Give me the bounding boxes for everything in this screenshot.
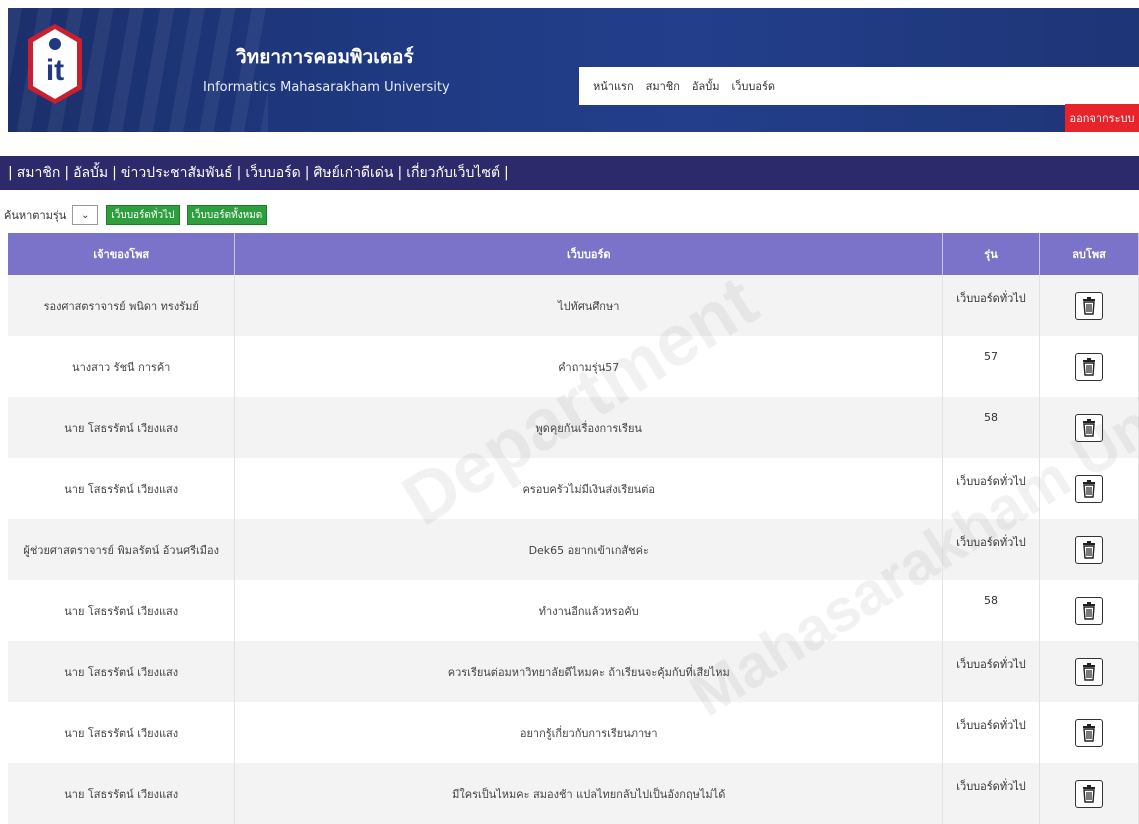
all-webboard-button[interactable]: เว็บบอร์ดทั้งหมด bbox=[186, 205, 268, 225]
menu-album[interactable]: อัลบั้ม bbox=[73, 162, 108, 184]
post-topic[interactable]: ทำงานอีกแล้วหรอคับ bbox=[234, 580, 944, 641]
trash-icon bbox=[1083, 479, 1095, 498]
delete-cell bbox=[1039, 580, 1139, 641]
post-generation: 58 bbox=[942, 580, 1040, 641]
menu-webboard[interactable]: เว็บบอร์ด bbox=[245, 162, 300, 184]
table-row: รองศาสตราจารย์ พนิดา ทรงรัมย์ ไปทัศนศึกษา… bbox=[8, 275, 1139, 336]
post-topic[interactable]: อยากรู้เกี่ยวกับการเรียนภาษา bbox=[234, 702, 944, 763]
table-row: นาย โสธรรัตน์ เวียงแสง ครอบครัวไม่มีเงินส… bbox=[8, 458, 1139, 519]
table-row: ผู้ช่วยศาสตราจารย์ พิมลรัตน์ อ้วนศรีเมือ… bbox=[8, 519, 1139, 580]
delete-post-button[interactable] bbox=[1075, 779, 1103, 808]
nav-album[interactable]: อัลบั้ม bbox=[692, 77, 720, 95]
delete-post-button[interactable] bbox=[1075, 535, 1103, 564]
trash-icon bbox=[1083, 540, 1095, 559]
table-row: นาย โสธรรัตน์ เวียงแสง พูดคุยกันเรื่องการ… bbox=[8, 397, 1139, 458]
post-owner: รองศาสตราจารย์ พนิดา ทรงรัมย์ bbox=[8, 275, 236, 336]
post-generation: เว็บบอร์ดทั่วไป bbox=[942, 519, 1040, 580]
filter-label: ค้นหาตามรุ่น bbox=[4, 209, 67, 222]
delete-cell bbox=[1039, 275, 1139, 336]
delete-cell bbox=[1039, 519, 1139, 580]
post-owner: นาย โสธรรัตน์ เวียงแสง bbox=[8, 397, 236, 458]
delete-cell bbox=[1039, 702, 1139, 763]
post-generation: เว็บบอร์ดทั่วไป bbox=[942, 275, 1040, 336]
filter-row: ค้นหาตามรุ่น ⌄ เว็บบอร์ดทั่วไป เว็บบอร์ด… bbox=[4, 204, 268, 226]
delete-post-button[interactable] bbox=[1075, 352, 1103, 381]
post-topic[interactable]: พูดคุยกันเรื่องการเรียน bbox=[234, 397, 944, 458]
delete-cell bbox=[1039, 641, 1139, 702]
header-delete: ลบโพส bbox=[1039, 233, 1139, 275]
table-row: นาย โสธรรัตน์ เวียงแสง ควรเรียนต่อมหาวิทย… bbox=[8, 641, 1139, 702]
site-title: วิทยาการคอมพิวเตอร์ bbox=[236, 46, 414, 68]
delete-post-button[interactable] bbox=[1075, 291, 1103, 320]
post-generation: เว็บบอร์ดทั่วไป bbox=[942, 763, 1040, 824]
menu-alumni[interactable]: ศิษย์เก่าดีเด่น bbox=[313, 162, 393, 184]
delete-cell bbox=[1039, 458, 1139, 519]
webboard-table: เจ้าของโพส เว็บบอร์ด รุ่น ลบโพส รองศาสตร… bbox=[8, 233, 1139, 824]
post-topic[interactable]: Dek65 อยากเข้าเกสัชค่ะ bbox=[234, 519, 944, 580]
post-topic[interactable]: ไปทัศนศึกษา bbox=[234, 275, 944, 336]
post-generation: เว็บบอร์ดทั่วไป bbox=[942, 458, 1040, 519]
delete-post-button[interactable] bbox=[1075, 718, 1103, 747]
site-subtitle: Informatics Mahasarakham University bbox=[203, 80, 450, 95]
post-topic[interactable]: มีใครเป็นไหมคะ สมองช้า แปลไทยกลับไปเป็นอ… bbox=[234, 763, 944, 824]
trash-icon bbox=[1083, 418, 1095, 437]
delete-post-button[interactable] bbox=[1075, 657, 1103, 686]
post-generation: เว็บบอร์ดทั่วไป bbox=[942, 641, 1040, 702]
post-generation: 58 bbox=[942, 397, 1040, 458]
delete-cell bbox=[1039, 397, 1139, 458]
header-webboard: เว็บบอร์ด bbox=[234, 233, 944, 275]
post-topic[interactable]: ควรเรียนต่อมหาวิทยาลัยดีไหมคะ ถ้าเรียนจะ… bbox=[234, 641, 944, 702]
trash-icon bbox=[1083, 601, 1095, 620]
post-generation: เว็บบอร์ดทั่วไป bbox=[942, 702, 1040, 763]
post-owner: นาย โสธรรัตน์ เวียงแสง bbox=[8, 458, 236, 519]
header-generation: รุ่น bbox=[942, 233, 1040, 275]
menu-news[interactable]: ข่าวประชาสัมพันธ์ bbox=[121, 162, 233, 184]
delete-post-button[interactable] bbox=[1075, 596, 1103, 625]
it-logo[interactable]: it bbox=[26, 22, 84, 106]
trash-icon bbox=[1083, 723, 1095, 742]
post-owner: นาย โสธรรัตน์ เวียงแสง bbox=[8, 580, 236, 641]
site-header: it วิทยาการคอมพิวเตอร์ Informatics Mahas… bbox=[8, 8, 1139, 132]
delete-cell bbox=[1039, 763, 1139, 824]
table-row: นาย โสธรรัตน์ เวียงแสง มีใครเป็นไหมคะ สมอ… bbox=[8, 763, 1139, 824]
trash-icon bbox=[1083, 357, 1095, 376]
post-topic[interactable]: คำถามรุ่น57 bbox=[234, 336, 944, 397]
nav-webboard[interactable]: เว็บบอร์ด bbox=[731, 77, 775, 95]
table-row: นาย โสธรรัตน์ เวียงแสง ทำงานอีกแล้วหรอคับ… bbox=[8, 580, 1139, 641]
delete-cell bbox=[1039, 336, 1139, 397]
post-owner: นางสาว รัชนี การค้า bbox=[8, 336, 236, 397]
delete-post-button[interactable] bbox=[1075, 413, 1103, 442]
svg-text:it: it bbox=[46, 54, 64, 87]
trash-icon bbox=[1083, 784, 1095, 803]
post-owner: นาย โสธรรัตน์ เวียงแสง bbox=[8, 641, 236, 702]
generation-select[interactable]: ⌄ bbox=[72, 205, 99, 225]
delete-post-button[interactable] bbox=[1075, 474, 1103, 503]
table-row: นาย โสธรรัตน์ เวียงแสง อยากรู้เกี่ยวกับกา… bbox=[8, 702, 1139, 763]
general-webboard-button[interactable]: เว็บบอร์ดทั่วไป bbox=[106, 205, 180, 225]
menu-members[interactable]: สมาชิก bbox=[17, 162, 61, 184]
post-owner: นาย โสธรรัตน์ เวียงแสง bbox=[8, 702, 236, 763]
main-menu-bar: | สมาชิก | อัลบั้ม | ข่าวประชาสัมพันธ์ |… bbox=[0, 156, 1139, 190]
nav-members[interactable]: สมาชิก bbox=[646, 77, 680, 95]
trash-icon bbox=[1083, 296, 1095, 315]
top-nav: หน้าแรก สมาชิก อัลบั้ม เว็บบอร์ด bbox=[579, 67, 1139, 105]
header-owner: เจ้าของโพส bbox=[8, 233, 236, 275]
nav-home[interactable]: หน้าแรก bbox=[593, 77, 634, 95]
chevron-down-icon: ⌄ bbox=[81, 209, 90, 221]
menu-about[interactable]: เกี่ยวกับเว็บไซต์ bbox=[406, 162, 500, 184]
post-owner: ผู้ช่วยศาสตราจารย์ พิมลรัตน์ อ้วนศรีเมือ… bbox=[8, 519, 236, 580]
table-row: นางสาว รัชนี การค้า คำถามรุ่น57 57 bbox=[8, 336, 1139, 397]
trash-icon bbox=[1083, 662, 1095, 681]
logout-button[interactable]: ออกจากระบบ bbox=[1065, 104, 1139, 132]
post-owner: นาย โสธรรัตน์ เวียงแสง bbox=[8, 763, 236, 824]
post-generation: 57 bbox=[942, 336, 1040, 397]
post-topic[interactable]: ครอบครัวไม่มีเงินส่งเรียนต่อ bbox=[234, 458, 944, 519]
